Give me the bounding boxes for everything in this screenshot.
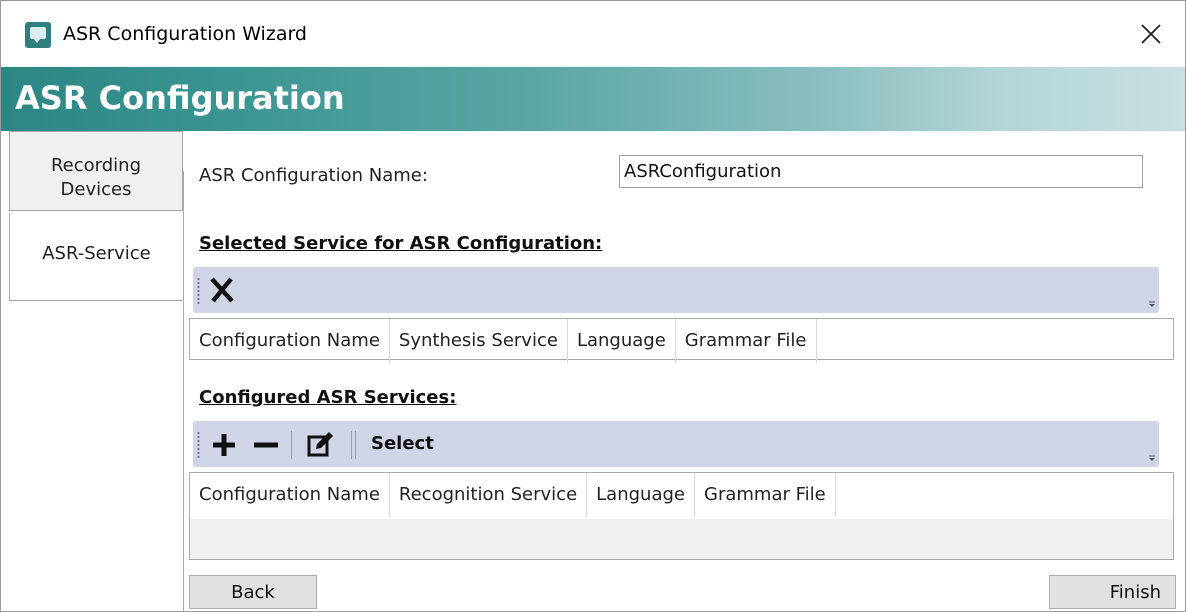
column-header[interactable]: Language	[568, 319, 676, 363]
tab-recording-devices[interactable]: Recording Devices	[9, 131, 183, 211]
wizard-tabs: Recording Devices ASR-Service	[1, 131, 185, 612]
column-header[interactable]: Configuration Name	[190, 473, 390, 517]
page-title: ASR Configuration	[15, 79, 345, 117]
toolbar-grip[interactable]	[197, 277, 200, 305]
plus-icon[interactable]	[209, 429, 239, 459]
column-header[interactable]: Grammar File	[676, 319, 817, 363]
speech-bubble-icon	[25, 22, 51, 48]
column-header[interactable]: Configuration Name	[190, 319, 390, 363]
toolbar-separator	[351, 431, 352, 459]
grid-header: Configuration Name Recognition Service L…	[190, 473, 836, 517]
wizard-window: ASR Configuration Wizard ASR Configurati…	[0, 0, 1186, 612]
minus-icon[interactable]	[251, 429, 281, 459]
toolbar-separator	[355, 431, 356, 459]
config-name-label: ASR Configuration Name:	[199, 165, 428, 186]
title-bar: ASR Configuration Wizard	[1, 1, 1185, 67]
column-header[interactable]: Language	[587, 473, 695, 517]
configured-services-toolbar: Select	[193, 421, 1159, 467]
select-button[interactable]: Select	[371, 433, 434, 454]
column-header[interactable]: Recognition Service	[390, 473, 588, 517]
close-button[interactable]	[1117, 1, 1185, 67]
toolbar-separator	[291, 431, 292, 459]
close-icon	[1141, 24, 1161, 44]
configured-services-title: Configured ASR Services:	[199, 387, 457, 408]
column-header[interactable]: Synthesis Service	[390, 319, 568, 363]
tab-asr-service[interactable]: ASR-Service	[9, 213, 183, 301]
configured-services-grid[interactable]: Configuration Name Recognition Service L…	[189, 472, 1174, 560]
tab-label-line2: Devices	[60, 179, 132, 200]
overflow-icon[interactable]	[1147, 299, 1157, 309]
selected-service-title: Selected Service for ASR Configuration:	[199, 233, 603, 254]
edit-icon[interactable]	[305, 429, 335, 459]
grid-empty-area	[190, 519, 1173, 559]
tab-divider	[183, 171, 184, 612]
remove-x-icon[interactable]	[207, 275, 237, 305]
header-banner: ASR Configuration	[1, 67, 1185, 131]
overflow-icon[interactable]	[1147, 453, 1157, 463]
back-button[interactable]: Back	[189, 575, 317, 609]
config-name-input[interactable]	[619, 155, 1143, 188]
toolbar-grip[interactable]	[197, 431, 200, 459]
selected-service-grid[interactable]: Configuration Name Synthesis Service Lan…	[189, 318, 1174, 363]
column-header[interactable]: Grammar File	[695, 473, 836, 517]
tab-label-line1: Recording	[50, 155, 142, 176]
selected-service-toolbar	[193, 267, 1159, 313]
tab-label: ASR-Service	[42, 243, 151, 264]
window-title: ASR Configuration Wizard	[63, 23, 307, 45]
finish-button[interactable]: Finish	[1049, 575, 1176, 609]
grid-header: Configuration Name Synthesis Service Lan…	[190, 319, 817, 363]
